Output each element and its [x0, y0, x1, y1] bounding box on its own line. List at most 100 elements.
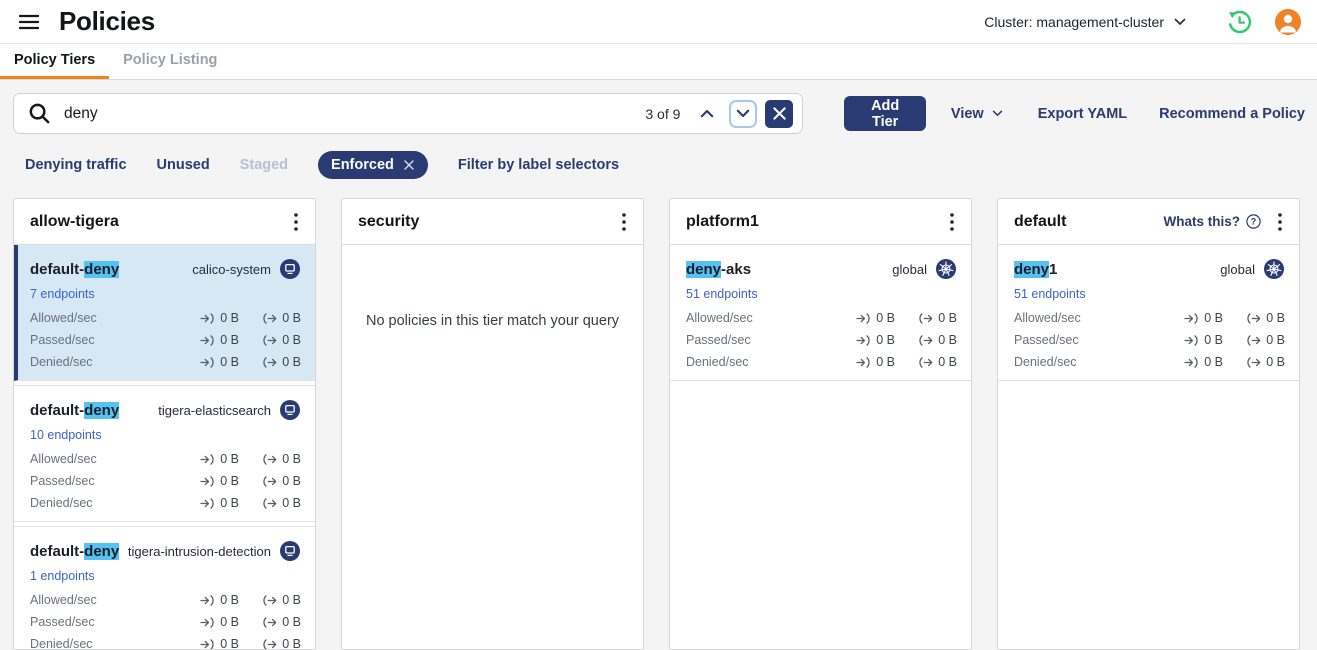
inbound-value: 0 B — [1204, 311, 1223, 325]
outbound-arrow-icon — [918, 335, 933, 346]
inbound-value: 0 B — [876, 311, 895, 325]
inbound-arrow-icon — [200, 617, 215, 628]
tier-column-security: security No policies in this tier match … — [341, 198, 644, 650]
remove-filter-icon[interactable] — [403, 159, 415, 171]
endpoints-link[interactable]: 1 endpoints — [30, 569, 95, 583]
search-highlight: deny — [84, 261, 119, 278]
inbound-metric: 0 B — [849, 355, 895, 369]
whats-this-link[interactable]: Whats this?? — [1164, 214, 1262, 229]
page-title: Policies — [59, 6, 155, 37]
filter-denying-traffic[interactable]: Denying traffic — [25, 157, 127, 173]
tier-column-default: default Whats this?? deny1 global 51 end… — [997, 198, 1300, 650]
inbound-arrow-icon — [1184, 335, 1199, 346]
policy-card[interactable]: default-deny calico-system 7 endpoints A… — [14, 245, 315, 381]
top-bar: Policies Cluster: management-cluster — [0, 0, 1317, 44]
outbound-metric: 0 B — [255, 355, 301, 369]
tier-menu-button[interactable] — [943, 212, 961, 232]
inbound-arrow-icon — [856, 313, 871, 324]
previous-match-button[interactable] — [696, 103, 718, 125]
view-dropdown[interactable]: View — [951, 106, 1003, 122]
filter-staged[interactable]: Staged — [240, 157, 288, 173]
tab-policy-tiers[interactable]: Policy Tiers — [0, 44, 109, 79]
tier-name: default — [1014, 213, 1164, 231]
tier-menu-button[interactable] — [615, 212, 633, 232]
inbound-metric: 0 B — [193, 474, 239, 488]
metric-row: Passed/sec 0 B 0 B — [30, 615, 301, 629]
metric-label: Allowed/sec — [30, 593, 193, 607]
outbound-arrow-icon — [262, 498, 277, 509]
tier-menu-button[interactable] — [1271, 212, 1289, 232]
policy-name: default-deny — [30, 402, 119, 419]
policy-card[interactable]: deny1 global 51 endpoints Allowed/sec 0 … — [998, 245, 1299, 381]
export-yaml-link[interactable]: Export YAML — [1038, 106, 1127, 122]
metric-label: Denied/sec — [686, 355, 849, 369]
inbound-metric: 0 B — [193, 333, 239, 347]
inbound-value: 0 B — [220, 637, 239, 649]
metric-row: Passed/sec 0 B 0 B — [1014, 333, 1285, 347]
empty-tier-message: No policies in this tier match your quer… — [342, 313, 643, 329]
inbound-metric: 0 B — [193, 311, 239, 325]
endpoints-link[interactable]: 10 endpoints — [30, 428, 102, 442]
outbound-metric: 0 B — [911, 333, 957, 347]
policy-card[interactable]: default-deny tigera-elasticsearch 10 end… — [14, 385, 315, 522]
filter-enforced-pill[interactable]: Enforced — [318, 151, 428, 179]
inbound-arrow-icon — [200, 595, 215, 606]
recommend-policy-link[interactable]: Recommend a Policy — [1159, 106, 1305, 122]
policy-card[interactable]: default-deny tigera-intrusion-detection … — [14, 526, 315, 649]
tab-bar: Policy Tiers Policy Listing — [0, 44, 1317, 80]
policy-card[interactable]: deny-aks global 51 endpoints Allowed/sec… — [670, 245, 971, 381]
inbound-arrow-icon — [200, 639, 215, 650]
outbound-arrow-icon — [1246, 335, 1261, 346]
cluster-selector[interactable]: Cluster: management-cluster — [984, 14, 1186, 30]
outbound-metric: 0 B — [911, 355, 957, 369]
endpoints-link[interactable]: 51 endpoints — [1014, 287, 1086, 301]
metric-row: Denied/sec 0 B 0 B — [30, 496, 301, 510]
metric-row: Denied/sec 0 B 0 B — [686, 355, 957, 369]
search-input[interactable] — [62, 104, 645, 124]
metric-label: Denied/sec — [30, 496, 193, 510]
metric-row: Allowed/sec 0 B 0 B — [1014, 311, 1285, 325]
filter-by-label-selectors[interactable]: Filter by label selectors — [458, 157, 619, 173]
chevron-down-icon — [736, 109, 750, 118]
user-avatar-icon[interactable] — [1275, 9, 1301, 35]
outbound-metric: 0 B — [1239, 333, 1285, 347]
endpoints-link[interactable]: 7 endpoints — [30, 287, 95, 301]
next-match-button[interactable] — [729, 100, 757, 128]
filter-unused[interactable]: Unused — [157, 157, 210, 173]
tier-body: deny1 global 51 endpoints Allowed/sec 0 … — [998, 245, 1299, 649]
inbound-metric: 0 B — [1177, 355, 1223, 369]
hamburger-menu-icon[interactable] — [16, 9, 42, 35]
namespace-icon — [279, 399, 301, 421]
tier-column-platform1: platform1 deny-aks global 51 endpoints A… — [669, 198, 972, 650]
clear-search-button[interactable] — [765, 100, 793, 128]
tier-name: platform1 — [686, 213, 943, 231]
metric-label: Passed/sec — [30, 474, 193, 488]
outbound-metric: 0 B — [255, 496, 301, 510]
search-box: 3 of 9 — [13, 93, 803, 134]
outbound-value: 0 B — [282, 355, 301, 369]
metric-label: Allowed/sec — [30, 452, 193, 466]
controls-row: 3 of 9 Add Tier View Export YAML Recomme… — [13, 93, 1305, 134]
policy-card-top: deny-aks global — [686, 258, 957, 280]
add-tier-button[interactable]: Add Tier — [844, 96, 926, 131]
metric-row: Passed/sec 0 B 0 B — [30, 333, 301, 347]
kubernetes-global-icon — [1263, 258, 1285, 280]
tab-policy-listing[interactable]: Policy Listing — [109, 44, 231, 79]
inbound-value: 0 B — [876, 355, 895, 369]
tier-menu-button[interactable] — [287, 212, 305, 232]
inbound-value: 0 B — [220, 355, 239, 369]
policy-name: deny1 — [1014, 261, 1057, 278]
metric-row: Allowed/sec 0 B 0 B — [30, 452, 301, 466]
whats-this-label: Whats this? — [1164, 214, 1241, 229]
policy-scope: tigera-elasticsearch — [158, 399, 301, 421]
history-icon[interactable] — [1226, 9, 1252, 35]
metric-label: Passed/sec — [30, 615, 193, 629]
metric-label: Denied/sec — [1014, 355, 1177, 369]
metric-label: Denied/sec — [30, 355, 193, 369]
outbound-value: 0 B — [282, 333, 301, 347]
endpoints-link[interactable]: 51 endpoints — [686, 287, 758, 301]
outbound-value: 0 B — [282, 311, 301, 325]
outbound-arrow-icon — [262, 454, 277, 465]
cluster-selector-label: Cluster: management-cluster — [984, 14, 1164, 30]
inbound-value: 0 B — [220, 593, 239, 607]
